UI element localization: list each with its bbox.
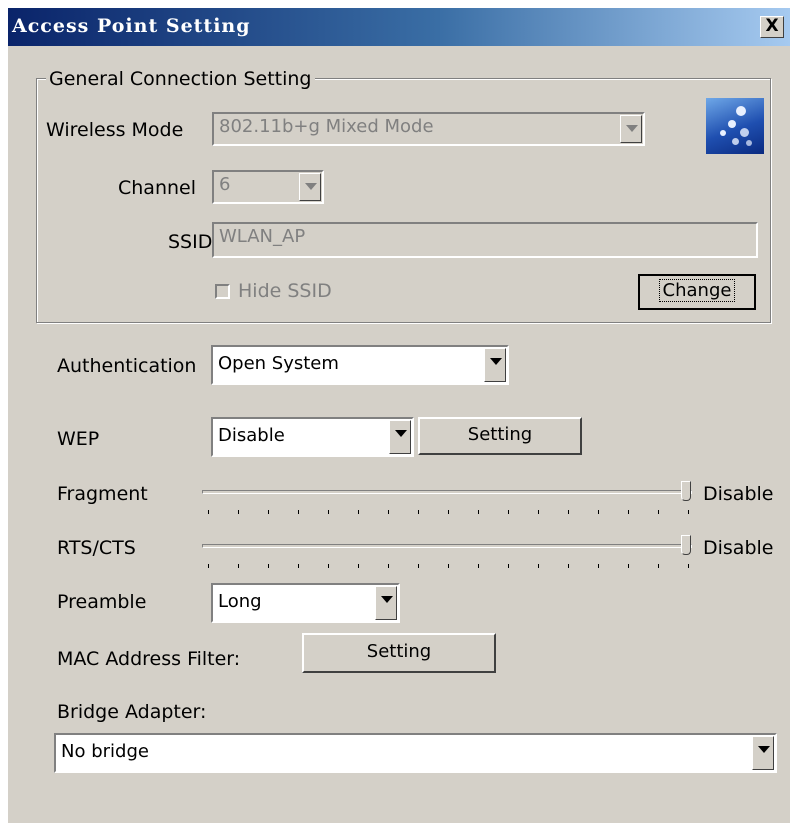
- slider-tick: [328, 564, 329, 568]
- slider-tick: [688, 510, 689, 514]
- rts-cts-ticks: [208, 564, 689, 570]
- rts-cts-slider-track[interactable]: [202, 544, 692, 548]
- authentication-select[interactable]: Open System: [211, 345, 509, 385]
- slider-tick: [268, 510, 269, 514]
- slider-tick: [238, 510, 239, 514]
- slider-tick: [478, 564, 479, 568]
- slider-tick: [208, 564, 209, 568]
- slider-tick: [628, 510, 629, 514]
- ssid-label: SSID: [168, 231, 213, 253]
- fragment-value: Disable: [703, 483, 774, 505]
- slider-tick: [598, 510, 599, 514]
- wep-setting-button[interactable]: Setting: [418, 417, 582, 455]
- slider-tick: [658, 564, 659, 568]
- bridge-adapter-select[interactable]: No bridge: [54, 733, 777, 773]
- channel-value: 6: [219, 174, 231, 195]
- slider-tick: [688, 564, 689, 568]
- slider-tick: [418, 510, 419, 514]
- rts-cts-slider-thumb[interactable]: [681, 535, 691, 555]
- hide-ssid-label: Hide SSID: [238, 280, 332, 302]
- rts-cts-value: Disable: [703, 537, 774, 559]
- preamble-label: Preamble: [57, 591, 147, 613]
- wireless-network-icon: [706, 98, 764, 154]
- close-button[interactable]: X: [760, 16, 784, 38]
- fragment-slider-track[interactable]: [202, 490, 692, 494]
- logo-dot: [746, 140, 752, 146]
- logo-dot: [736, 106, 746, 116]
- slider-tick: [298, 510, 299, 514]
- logo-dot: [732, 138, 739, 145]
- chevron-down-icon[interactable]: [484, 348, 506, 382]
- wireless-mode-select[interactable]: 802.11b+g Mixed Mode: [212, 112, 645, 146]
- slider-tick: [388, 510, 389, 514]
- title-bar[interactable]: Access Point Setting X: [8, 8, 790, 46]
- access-point-setting-dialog: Access Point Setting X General Connectio…: [8, 8, 790, 823]
- mac-filter-setting-button[interactable]: Setting: [302, 633, 496, 673]
- wep-label: WEP: [57, 428, 100, 450]
- slider-tick: [358, 510, 359, 514]
- fragment-slider-thumb[interactable]: [681, 481, 691, 501]
- slider-tick: [628, 564, 629, 568]
- wep-select[interactable]: Disable: [211, 417, 414, 457]
- slider-tick: [328, 510, 329, 514]
- wireless-mode-value: 802.11b+g Mixed Mode: [219, 116, 434, 137]
- chevron-down-icon[interactable]: [752, 736, 774, 770]
- mac-filter-label: MAC Address Filter:: [57, 648, 241, 670]
- channel-select[interactable]: 6: [212, 170, 324, 204]
- slider-tick: [538, 564, 539, 568]
- slider-tick: [268, 564, 269, 568]
- wireless-mode-label: Wireless Mode: [46, 119, 184, 141]
- change-button-label: Change: [658, 279, 736, 302]
- slider-tick: [508, 564, 509, 568]
- chevron-down-icon[interactable]: [299, 173, 321, 201]
- slider-tick: [568, 564, 569, 568]
- bridge-adapter-label: Bridge Adapter:: [57, 701, 207, 723]
- logo-dot: [740, 128, 749, 137]
- slider-tick: [598, 564, 599, 568]
- fragment-label: Fragment: [57, 483, 148, 505]
- slider-tick: [238, 564, 239, 568]
- wep-value: Disable: [218, 425, 285, 446]
- ssid-input[interactable]: WLAN_AP: [212, 222, 758, 258]
- change-button[interactable]: Change: [638, 274, 756, 310]
- authentication-value: Open System: [218, 353, 339, 374]
- slider-tick: [508, 510, 509, 514]
- slider-tick: [358, 564, 359, 568]
- slider-tick: [298, 564, 299, 568]
- slider-tick: [538, 510, 539, 514]
- preamble-value: Long: [218, 591, 262, 612]
- chevron-down-icon[interactable]: [389, 420, 411, 454]
- slider-tick: [658, 510, 659, 514]
- group-title: General Connection Setting: [46, 68, 315, 90]
- slider-tick: [208, 510, 209, 514]
- logo-dot: [728, 120, 736, 128]
- slider-tick: [448, 510, 449, 514]
- slider-tick: [478, 510, 479, 514]
- chevron-down-icon[interactable]: [375, 586, 397, 620]
- slider-tick: [418, 564, 419, 568]
- logo-dot: [720, 130, 726, 136]
- slider-tick: [568, 510, 569, 514]
- fragment-ticks: [208, 510, 689, 516]
- rts-cts-label: RTS/CTS: [57, 537, 136, 559]
- authentication-label: Authentication: [57, 355, 197, 377]
- slider-tick: [388, 564, 389, 568]
- channel-label: Channel: [118, 177, 197, 199]
- ssid-value: WLAN_AP: [219, 226, 306, 247]
- chevron-down-icon[interactable]: [620, 115, 642, 143]
- preamble-select[interactable]: Long: [211, 583, 400, 623]
- hide-ssid-checkbox[interactable]: [215, 284, 230, 299]
- slider-tick: [448, 564, 449, 568]
- window-title: Access Point Setting: [12, 15, 251, 37]
- bridge-adapter-value: No bridge: [61, 741, 149, 762]
